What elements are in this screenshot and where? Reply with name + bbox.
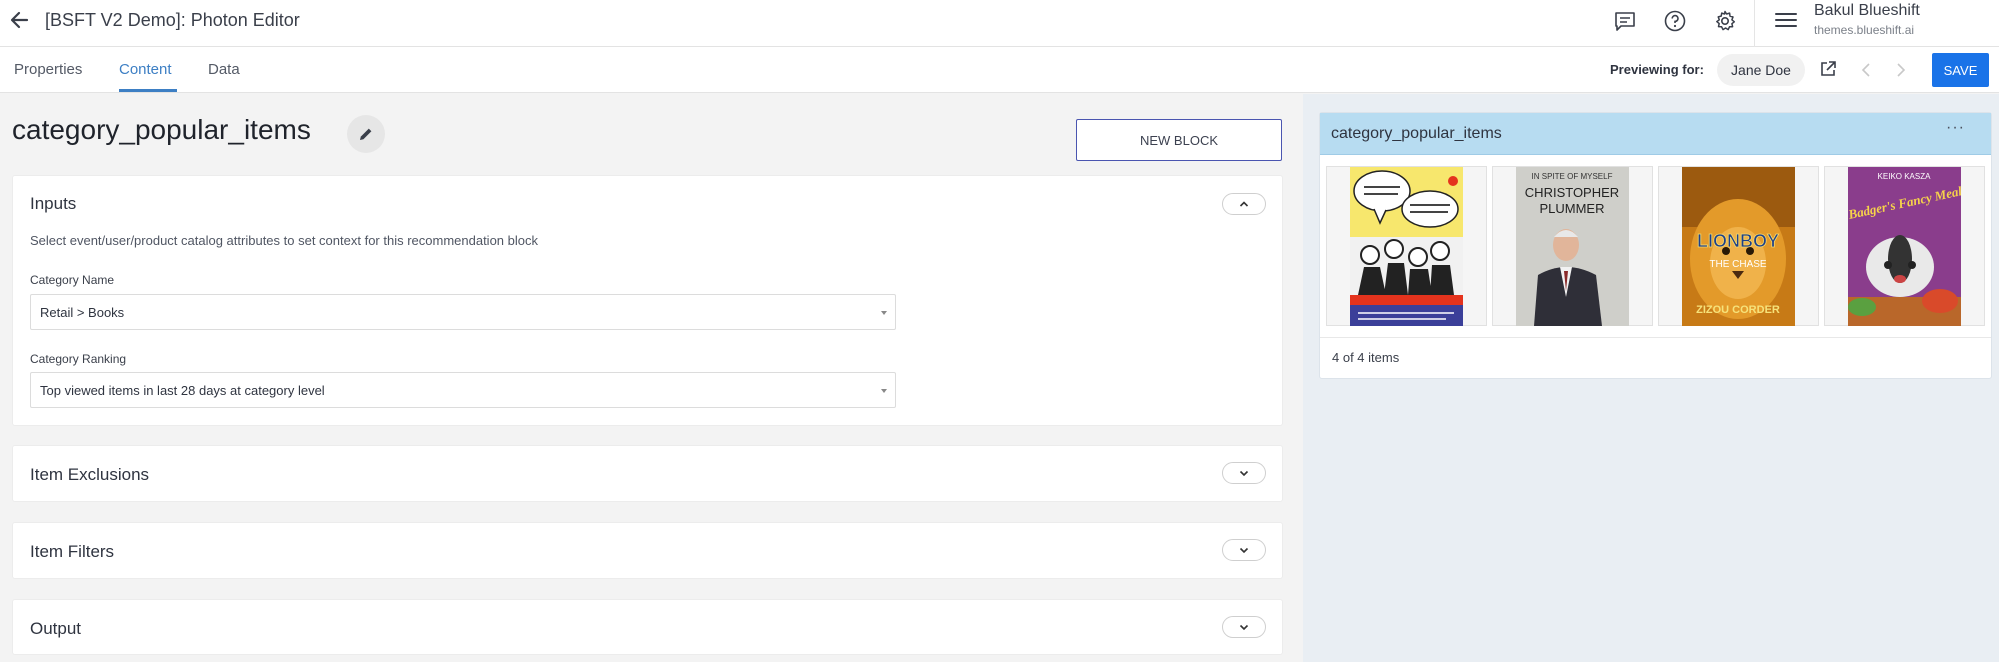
pencil-icon xyxy=(360,128,372,140)
category-name-value: Retail > Books xyxy=(40,305,125,320)
category-name-select[interactable]: Retail > Books xyxy=(30,294,896,330)
preview-block-header: category_popular_items ··· xyxy=(1320,113,1991,155)
preview-block-title: category_popular_items xyxy=(1331,125,1502,142)
previous-chevron-icon[interactable] xyxy=(1859,61,1875,79)
chevron-down-icon xyxy=(1239,624,1249,631)
book-cover-author-first: CHRISTOPHER xyxy=(1525,185,1619,200)
back-arrow-icon[interactable] xyxy=(8,9,30,31)
more-options-icon[interactable]: ··· xyxy=(1946,119,1965,137)
product-tile[interactable]: KEIKO KASZA Badger's Fancy Meal xyxy=(1824,166,1985,326)
hamburger-menu-icon[interactable] xyxy=(1773,8,1799,32)
preview-block-card: category_popular_items ··· IN SPITE OF M… xyxy=(1319,112,1992,379)
book-cover-author: KEIKO KASZA xyxy=(1878,172,1932,181)
app-title: [BSFT V2 Demo]: Photon Editor xyxy=(45,10,300,30)
book-cover-top-text: IN SPITE OF MYSELF xyxy=(1532,172,1613,181)
tab-content[interactable]: Content xyxy=(119,61,172,78)
item-filters-title: Item Filters xyxy=(30,542,115,561)
book-cover-author-last: PLUMMER xyxy=(1539,201,1604,216)
chevron-up-icon xyxy=(1239,201,1249,207)
edit-title-button[interactable] xyxy=(347,115,385,153)
category-ranking-value: Top viewed items in last 28 days at cate… xyxy=(40,383,325,398)
product-tile[interactable] xyxy=(1326,166,1487,326)
collapse-inputs-toggle[interactable] xyxy=(1222,193,1266,215)
book-cover-lionboy: LIONBOY THE CHASE ZIZOU CORDER xyxy=(1682,167,1795,326)
save-button[interactable]: SAVE xyxy=(1932,53,1989,87)
preview-user-selector[interactable]: Jane Doe xyxy=(1717,54,1805,86)
dropdown-caret-icon xyxy=(881,389,887,393)
item-exclusions-section[interactable]: Item Exclusions xyxy=(12,445,1283,502)
output-title: Output xyxy=(30,619,82,638)
category-name-label: Category Name xyxy=(30,273,115,287)
top-divider xyxy=(1754,0,1755,47)
book-cover-title-line2: THE CHASE xyxy=(1709,259,1767,270)
item-filters-section[interactable]: Item Filters xyxy=(12,522,1283,579)
output-section[interactable]: Output xyxy=(12,599,1283,655)
active-tab-indicator xyxy=(119,89,177,92)
chevron-down-icon xyxy=(1239,547,1249,554)
inputs-section: Inputs Select event/user/product catalog… xyxy=(12,175,1283,426)
inputs-helper-text: Select event/user/product catalog attrib… xyxy=(30,233,538,248)
dropdown-caret-icon xyxy=(881,311,887,315)
item-count: 4 of 4 items xyxy=(1332,350,1400,365)
help-icon[interactable] xyxy=(1663,9,1687,33)
inputs-section-title: Inputs xyxy=(30,194,77,213)
preview-divider xyxy=(1320,337,1991,338)
product-tile[interactable]: IN SPITE OF MYSELF CHRISTOPHER PLUMMER xyxy=(1492,166,1653,326)
chevron-down-icon xyxy=(1239,470,1249,477)
book-cover-badgers-fancy-meal: KEIKO KASZA Badger's Fancy Meal xyxy=(1848,167,1961,326)
tab-bar: Properties Content Data Previewing for: … xyxy=(0,47,1999,93)
previewing-for-label: Previewing for: xyxy=(1610,62,1704,77)
tab-data[interactable]: Data xyxy=(208,61,240,78)
user-name[interactable]: Bakul Blueshift xyxy=(1814,2,1920,20)
new-block-button[interactable]: NEW BLOCK xyxy=(1076,119,1282,161)
product-tile[interactable]: LIONBOY THE CHASE ZIZOU CORDER xyxy=(1658,166,1819,326)
expand-filters-toggle[interactable] xyxy=(1222,539,1266,561)
book-cover-in-spite-of-myself: IN SPITE OF MYSELF CHRISTOPHER PLUMMER xyxy=(1516,167,1629,326)
book-cover-everything-you-wanted-to-know xyxy=(1350,167,1463,326)
next-chevron-icon[interactable] xyxy=(1892,61,1908,79)
category-ranking-select[interactable]: Top viewed items in last 28 days at cate… xyxy=(30,372,896,408)
feedback-icon[interactable] xyxy=(1613,9,1637,33)
user-domain: themes.blueshift.ai xyxy=(1814,23,1915,37)
item-exclusions-title: Item Exclusions xyxy=(30,465,150,484)
expand-exclusions-toggle[interactable] xyxy=(1222,462,1266,484)
category-ranking-label: Category Ranking xyxy=(30,352,127,366)
block-title: category_popular_items xyxy=(12,114,311,145)
tab-properties[interactable]: Properties xyxy=(14,61,82,78)
external-link-icon[interactable] xyxy=(1819,60,1837,78)
book-cover-author: ZIZOU CORDER xyxy=(1696,304,1780,316)
book-cover-title-line1: LIONBOY xyxy=(1697,231,1779,251)
top-bar: [BSFT V2 Demo]: Photon Editor Bakul Blue… xyxy=(0,0,1999,47)
settings-gear-icon[interactable] xyxy=(1713,9,1737,33)
expand-output-toggle[interactable] xyxy=(1222,616,1266,638)
